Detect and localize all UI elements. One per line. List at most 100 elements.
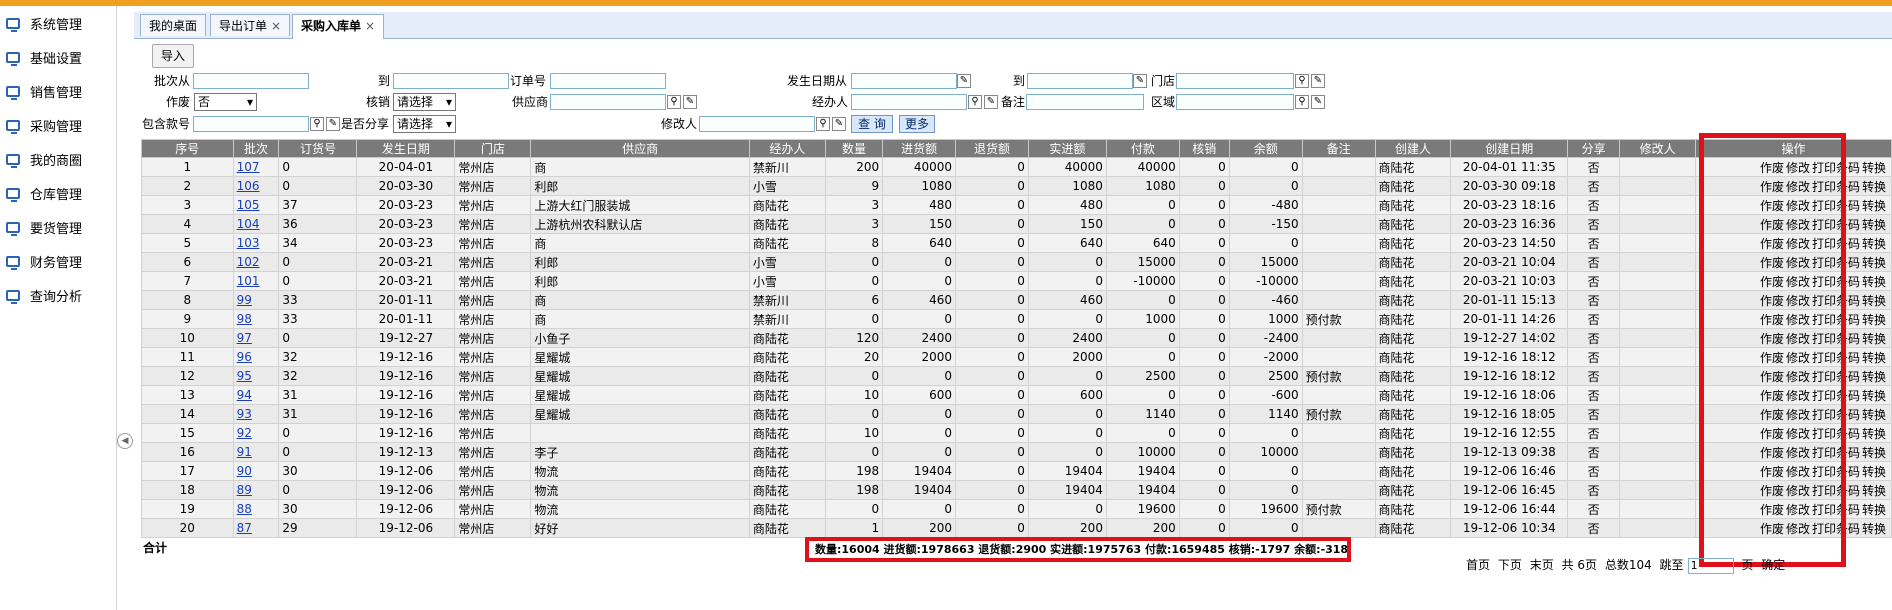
column-header[interactable]: 付款 bbox=[1105, 139, 1180, 158]
column-header[interactable]: 分享 bbox=[1567, 139, 1621, 158]
batch-link[interactable]: 95 bbox=[237, 369, 252, 383]
column-header[interactable]: 发生日期 bbox=[356, 139, 456, 158]
sidebar-item[interactable]: 我的商圈 bbox=[0, 142, 116, 176]
column-header[interactable]: 创建日期 bbox=[1450, 139, 1569, 158]
pencil-icon[interactable]: ✎ bbox=[957, 74, 971, 88]
column-header[interactable]: 核销 bbox=[1178, 139, 1230, 158]
close-icon[interactable]: × bbox=[271, 19, 281, 33]
column-header[interactable]: 数量 bbox=[824, 139, 884, 158]
search-icon[interactable]: ⚲ bbox=[1295, 95, 1309, 109]
column-header[interactable]: 序号 bbox=[141, 139, 234, 158]
store-input[interactable] bbox=[1176, 73, 1294, 89]
contains-no-input[interactable] bbox=[193, 116, 309, 132]
search-icon[interactable]: ⚲ bbox=[1295, 74, 1309, 88]
sidebar-item[interactable]: 查询分析 bbox=[0, 278, 116, 312]
shared-select[interactable]: 请选择 bbox=[393, 115, 456, 133]
batch-link[interactable]: 101 bbox=[237, 274, 260, 288]
tab-purchase-receipt[interactable]: 采购入库单 × bbox=[292, 14, 385, 39]
collapse-sidebar-icon[interactable]: ◀ bbox=[117, 433, 133, 449]
row-action-convert[interactable]: 转换 bbox=[1862, 275, 1886, 289]
column-header[interactable]: 订货号 bbox=[278, 139, 358, 158]
order-no-input[interactable] bbox=[550, 73, 666, 89]
row-action-convert[interactable]: 转换 bbox=[1862, 256, 1886, 270]
sidebar-item[interactable]: 销售管理 bbox=[0, 74, 116, 108]
search-icon[interactable]: ⚲ bbox=[667, 95, 681, 109]
row-action-convert[interactable]: 转换 bbox=[1862, 161, 1886, 175]
pencil-icon[interactable]: ✎ bbox=[683, 95, 697, 109]
row-action-convert[interactable]: 转换 bbox=[1862, 446, 1886, 460]
batch-link[interactable]: 107 bbox=[237, 160, 260, 174]
batch-link[interactable]: 90 bbox=[237, 464, 252, 478]
batch-link[interactable]: 102 bbox=[237, 255, 260, 269]
handler-input[interactable] bbox=[851, 94, 967, 110]
column-header[interactable]: 退货额 bbox=[955, 139, 1029, 158]
row-action-convert[interactable]: 转换 bbox=[1862, 218, 1886, 232]
column-header[interactable]: 余额 bbox=[1228, 139, 1303, 158]
batch-link[interactable]: 87 bbox=[237, 521, 252, 535]
row-action-convert[interactable]: 转换 bbox=[1862, 522, 1886, 536]
pencil-icon[interactable]: ✎ bbox=[1311, 74, 1325, 88]
pencil-icon[interactable]: ✎ bbox=[1311, 95, 1325, 109]
row-action-convert[interactable]: 转换 bbox=[1862, 313, 1886, 327]
first-page-link[interactable]: 首页 bbox=[1466, 558, 1490, 572]
sidebar-item[interactable]: 财务管理 bbox=[0, 244, 116, 278]
region-input[interactable] bbox=[1176, 94, 1294, 110]
batch-link[interactable]: 104 bbox=[237, 217, 260, 231]
column-header[interactable]: 供应商 bbox=[530, 139, 750, 158]
batch-link[interactable]: 94 bbox=[237, 388, 252, 402]
row-action-convert[interactable]: 转换 bbox=[1862, 427, 1886, 441]
sidebar-item[interactable]: 仓库管理 bbox=[0, 176, 116, 210]
row-action-convert[interactable]: 转换 bbox=[1862, 237, 1886, 251]
batch-link[interactable]: 92 bbox=[237, 426, 252, 440]
column-header[interactable]: 创建人 bbox=[1374, 139, 1452, 158]
batch-link[interactable]: 97 bbox=[237, 331, 252, 345]
batch-to-input[interactable] bbox=[393, 73, 509, 89]
row-action-convert[interactable]: 转换 bbox=[1862, 332, 1886, 346]
row-action-convert[interactable]: 转换 bbox=[1862, 351, 1886, 365]
next-page-link[interactable]: 下页 bbox=[1498, 558, 1522, 572]
row-action-convert[interactable]: 转换 bbox=[1862, 180, 1886, 194]
batch-link[interactable]: 98 bbox=[237, 312, 252, 326]
batch-link[interactable]: 89 bbox=[237, 483, 252, 497]
row-action-convert[interactable]: 转换 bbox=[1862, 199, 1886, 213]
batch-link[interactable]: 96 bbox=[237, 350, 252, 364]
search-icon[interactable]: ⚲ bbox=[816, 117, 830, 131]
pencil-icon[interactable]: ✎ bbox=[326, 117, 340, 131]
batch-link[interactable]: 106 bbox=[237, 179, 260, 193]
row-action-convert[interactable]: 转换 bbox=[1862, 389, 1886, 403]
sidebar-item[interactable]: 基础设置 bbox=[0, 40, 116, 74]
search-icon[interactable]: ⚲ bbox=[968, 95, 982, 109]
batch-link[interactable]: 93 bbox=[237, 407, 252, 421]
column-header[interactable]: 进货额 bbox=[882, 139, 957, 158]
row-action-convert[interactable]: 转换 bbox=[1862, 503, 1886, 517]
page-input[interactable]: 1 bbox=[1687, 557, 1734, 574]
search-icon[interactable]: ⚲ bbox=[310, 117, 324, 131]
batch-link[interactable]: 99 bbox=[237, 293, 252, 307]
close-icon[interactable]: × bbox=[365, 19, 375, 33]
column-header[interactable]: 门店 bbox=[454, 139, 532, 158]
row-action-convert[interactable]: 转换 bbox=[1862, 465, 1886, 479]
date-from-input[interactable] bbox=[851, 73, 957, 89]
sidebar-item[interactable]: 要货管理 bbox=[0, 210, 116, 244]
batch-link[interactable]: 105 bbox=[237, 198, 260, 212]
sidebar-item[interactable]: 系统管理 bbox=[0, 6, 116, 40]
column-header[interactable]: 备注 bbox=[1301, 139, 1376, 158]
column-header[interactable]: 实进额 bbox=[1027, 139, 1107, 158]
column-header[interactable]: 批次 bbox=[232, 139, 280, 158]
batch-link[interactable]: 91 bbox=[237, 445, 252, 459]
void-select[interactable]: 否 bbox=[194, 93, 257, 111]
row-action-convert[interactable]: 转换 bbox=[1862, 370, 1886, 384]
verify-select[interactable]: 请选择 bbox=[393, 93, 456, 111]
more-button[interactable]: 更多 bbox=[899, 115, 935, 133]
batch-from-input[interactable] bbox=[193, 73, 309, 89]
date-to-input[interactable] bbox=[1027, 73, 1133, 89]
supplier-input[interactable] bbox=[550, 94, 666, 110]
tab-my-desktop[interactable]: 我的桌面 bbox=[140, 14, 207, 36]
row-action-convert[interactable]: 转换 bbox=[1862, 408, 1886, 422]
import-button[interactable]: 导入 bbox=[152, 44, 194, 68]
row-action-convert[interactable]: 转换 bbox=[1862, 294, 1886, 308]
pencil-icon[interactable]: ✎ bbox=[1133, 74, 1147, 88]
column-header[interactable]: 修改人 bbox=[1619, 139, 1697, 158]
last-page-link[interactable]: 末页 bbox=[1530, 558, 1554, 572]
confirm-button[interactable]: 确定 bbox=[1761, 558, 1785, 572]
